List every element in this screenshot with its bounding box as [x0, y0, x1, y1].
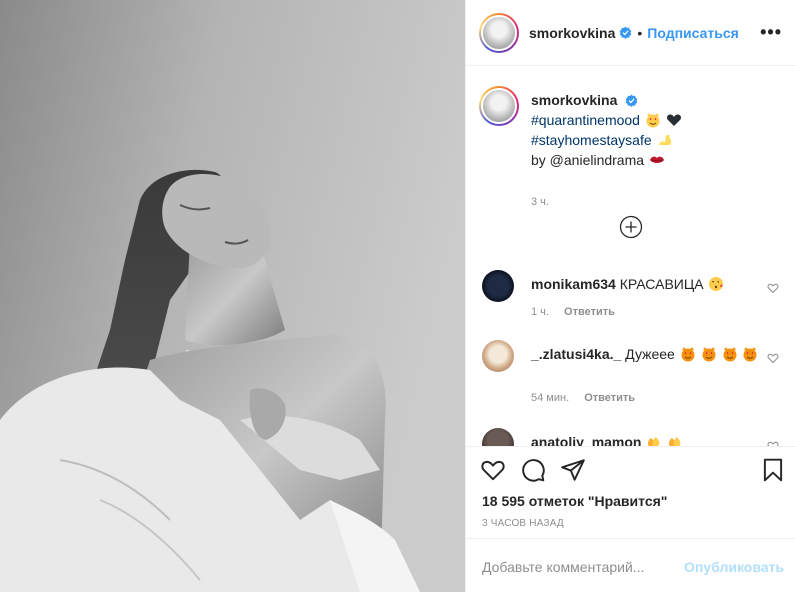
verified-badge-icon — [620, 26, 632, 39]
reply-button[interactable]: Ответить — [564, 306, 615, 318]
caption-body: smorkovkina #quarantinemood #stayhomesta… — [531, 90, 781, 170]
comment-meta: 54 мин. Ответить — [531, 392, 647, 404]
comment-body: _.zlatusi4ka._ Дужеее — [531, 344, 761, 364]
lips-emoji-icon — [649, 156, 664, 163]
caption-credit: by @anielindrama — [531, 150, 781, 170]
comment-avatar[interactable] — [482, 270, 514, 302]
comment-meta: 1 ч. Ответить — [531, 306, 627, 318]
bookmark-icon[interactable] — [760, 457, 786, 483]
comment-time: 1 ч. — [531, 306, 549, 318]
add-comment-form: Опубликовать — [466, 538, 795, 592]
clapping-hands-emoji-icon — [669, 437, 681, 446]
comment-body: anatoliy_mamon — [531, 432, 761, 446]
comment-username[interactable]: anatoliy_mamon — [531, 434, 641, 446]
author-username[interactable]: smorkovkina — [529, 25, 615, 41]
like-count[interactable]: 18 595 отметок "Нравится" — [482, 493, 667, 509]
post-side-panel: smorkovkina • Подписаться ••• smorkovkin… — [465, 0, 795, 592]
comment-text: Дужеее — [625, 346, 675, 362]
hashtag-link[interactable]: #quarantinemood — [531, 110, 781, 130]
more-options-icon[interactable]: ••• — [760, 22, 782, 42]
caption-time: 3 ч. — [531, 196, 549, 208]
comment-text: КРАСАВИЦА — [619, 276, 704, 292]
heart-eyes-cat-emoji-icon — [743, 347, 757, 362]
reply-button[interactable]: Ответить — [584, 392, 635, 404]
comment-body: monikam634 КРАСАВИЦА — [531, 274, 761, 294]
comment-avatar[interactable] — [482, 428, 514, 446]
heart-eyes-cat-emoji-icon — [646, 113, 660, 128]
black-heart-emoji-icon — [666, 114, 681, 126]
author-avatar[interactable] — [479, 12, 519, 53]
caption-username[interactable]: smorkovkina — [531, 92, 617, 108]
heart-eyes-cat-emoji-icon — [723, 347, 737, 362]
heart-eyes-cat-emoji-icon — [681, 347, 695, 362]
post-timestamp: 3 часов назад — [482, 518, 564, 529]
comment-avatar[interactable] — [482, 340, 514, 372]
comment-input[interactable] — [482, 557, 672, 577]
comment-time: 54 мин. — [531, 392, 570, 404]
post-header: smorkovkina • Подписаться ••• — [466, 0, 795, 66]
comment-like-heart-icon[interactable] — [767, 352, 779, 364]
publish-button[interactable]: Опубликовать — [684, 559, 784, 575]
comment-username[interactable]: _.zlatusi4ka._ — [531, 346, 621, 362]
flexed-biceps-emoji-icon — [658, 134, 671, 145]
verified-badge-icon — [625, 94, 638, 107]
heart-icon[interactable] — [480, 457, 506, 483]
hashtag-link[interactable]: #stayhomestaysafe — [531, 130, 781, 150]
comment-icon[interactable] — [520, 457, 546, 483]
post-photo-illustration — [0, 0, 465, 592]
load-more-comments-icon[interactable] — [619, 215, 643, 239]
share-icon[interactable] — [560, 457, 586, 483]
header-separator: • — [637, 24, 643, 41]
comment-like-heart-icon[interactable] — [767, 282, 779, 294]
caption-avatar[interactable] — [479, 86, 519, 126]
post-photo[interactable] — [0, 0, 465, 592]
comments-list[interactable]: smorkovkina #quarantinemood #stayhomesta… — [466, 66, 795, 446]
kissing-heart-emoji-icon — [709, 277, 724, 291]
clapping-hands-emoji-icon — [648, 437, 660, 446]
heart-eyes-cat-emoji-icon — [702, 347, 716, 362]
follow-button[interactable]: Подписаться — [647, 25, 739, 41]
comment-username[interactable]: monikam634 — [531, 276, 616, 292]
